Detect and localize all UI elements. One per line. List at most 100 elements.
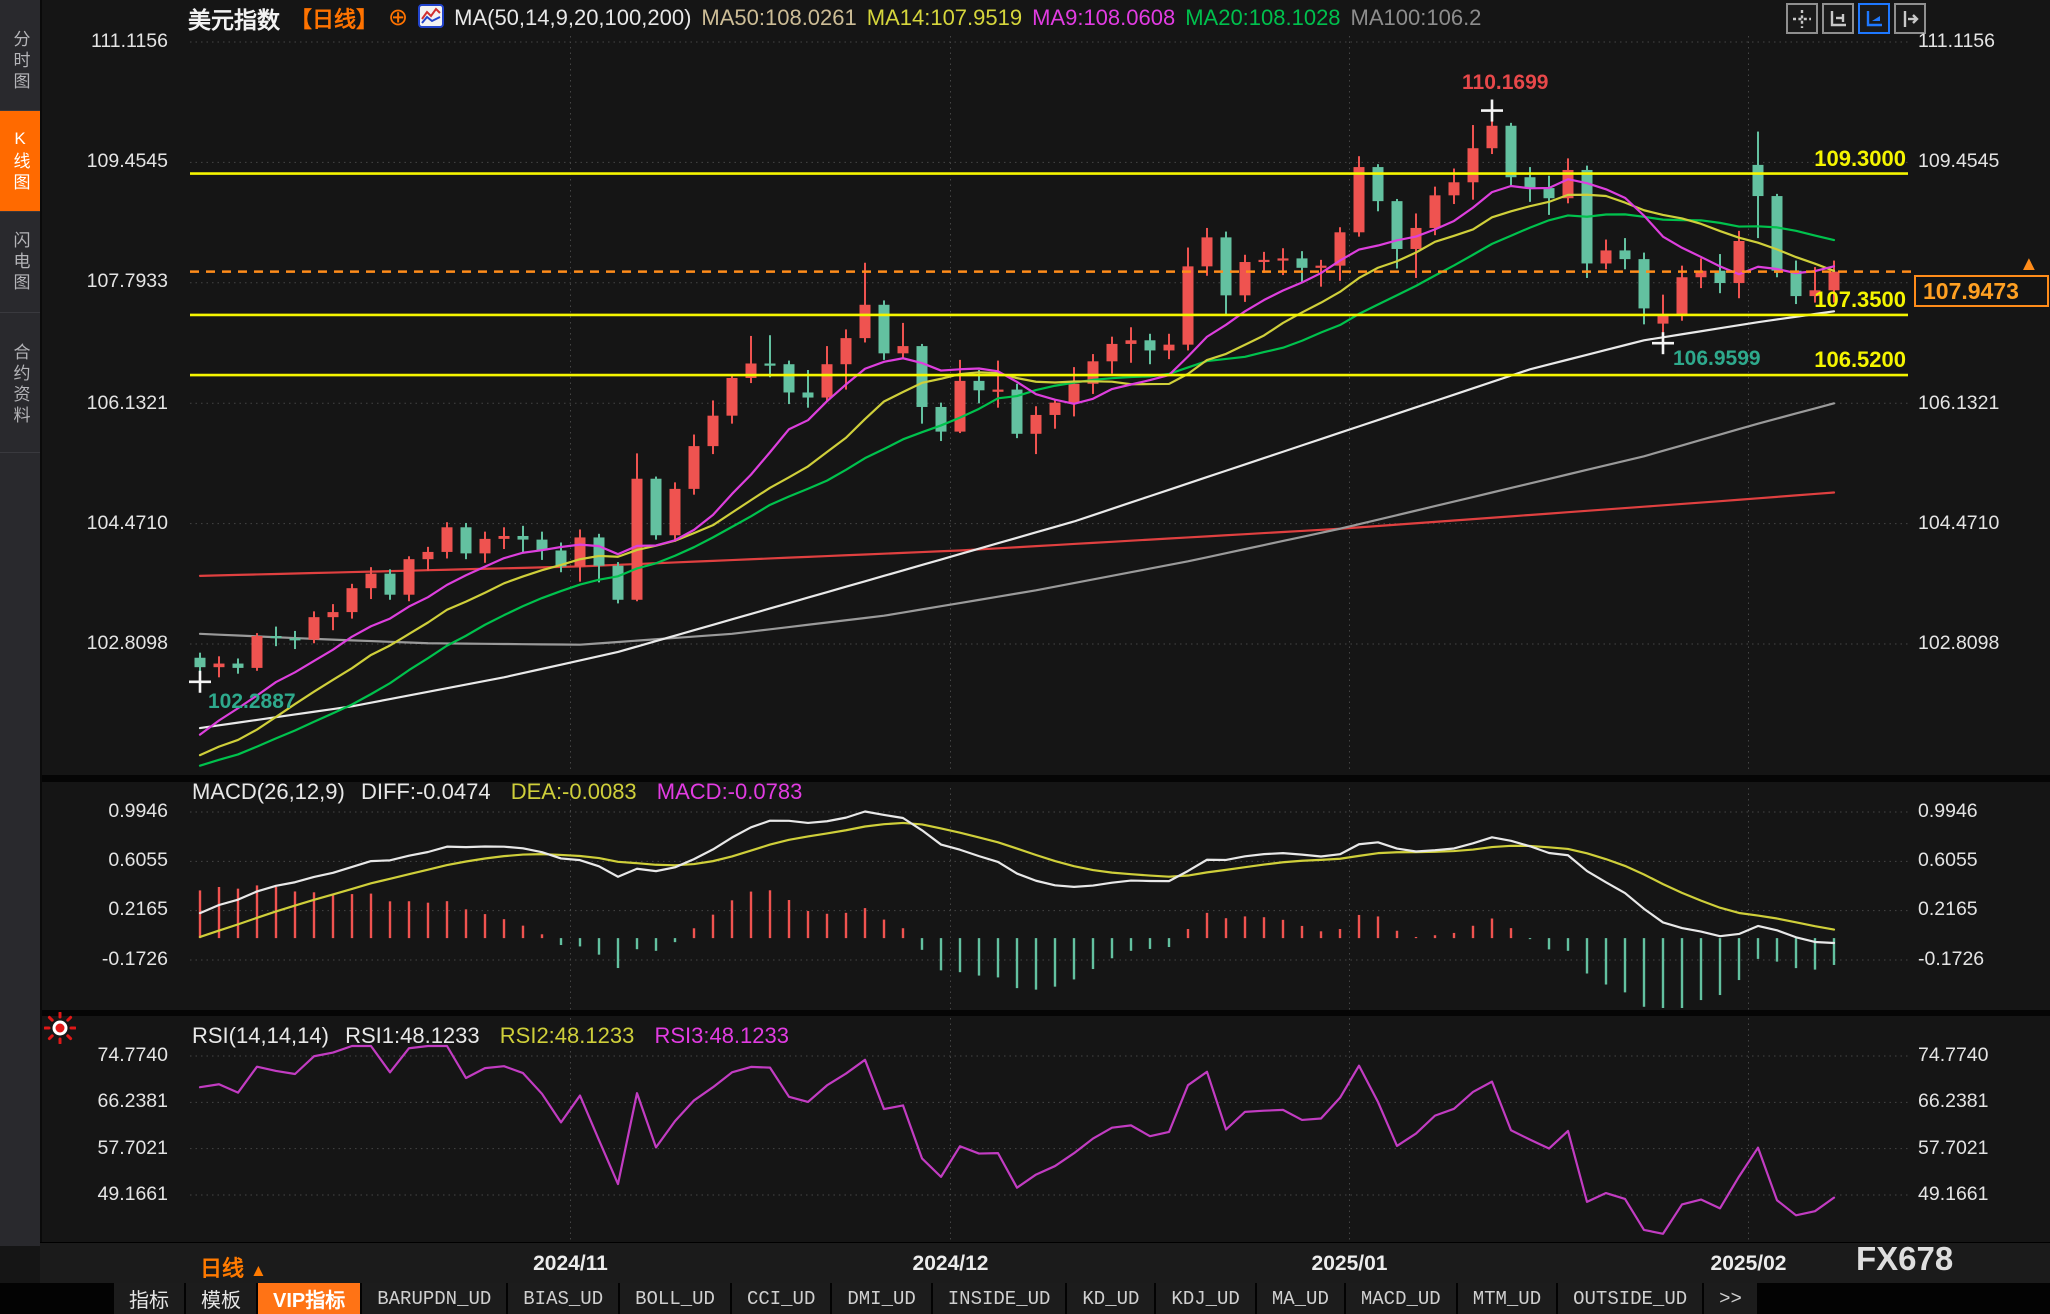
sidebar-item-label: K线图 bbox=[8, 129, 33, 194]
macd-bar bbox=[256, 885, 258, 938]
rsi-title: RSI(14,14,14) bbox=[192, 1023, 329, 1048]
date-tick-label: 2025/01 bbox=[1290, 1252, 1410, 1276]
macd-title: MACD(26,12,9) bbox=[192, 779, 345, 804]
macd-bar bbox=[1434, 935, 1436, 938]
candle-body bbox=[1411, 228, 1422, 249]
macd-bar bbox=[1605, 938, 1607, 984]
tab-dmi-ud[interactable]: DMI_UD bbox=[832, 1283, 930, 1314]
tab-more[interactable]: >> bbox=[1704, 1283, 1757, 1314]
tab-vip-indicators[interactable]: VIP指标 bbox=[258, 1283, 360, 1314]
sidebar-item-label: 分时图 bbox=[8, 30, 33, 93]
ma20-value: MA20:108.1028 bbox=[1185, 5, 1340, 31]
macd-bar bbox=[997, 938, 999, 977]
macd-bar bbox=[1586, 938, 1588, 973]
rsi3-value: RSI3:48.1233 bbox=[654, 1023, 789, 1048]
rsi-axis-label: 49.1661 bbox=[38, 1183, 168, 1206]
tab-indicators[interactable]: 指标 bbox=[114, 1283, 184, 1314]
price-axis-label: 104.4710 bbox=[38, 512, 168, 535]
candle-body bbox=[518, 536, 529, 540]
price-up-arrow-icon: ▲ bbox=[2019, 254, 2039, 274]
tab-templates[interactable]: 模板 bbox=[186, 1283, 256, 1314]
macd-bar bbox=[1282, 920, 1284, 938]
macd-bar bbox=[1092, 938, 1094, 969]
macd-bar bbox=[636, 938, 638, 949]
macd-bar bbox=[1510, 928, 1512, 938]
tab-cci-ud[interactable]: CCI_UD bbox=[732, 1283, 830, 1314]
candle-body bbox=[442, 527, 453, 552]
candle-body bbox=[290, 638, 301, 640]
macd-bar bbox=[199, 890, 201, 938]
candle-body bbox=[480, 539, 491, 553]
chart-plot-area[interactable] bbox=[0, 0, 2050, 1314]
indicator-tabbar: 指标 模板 VIP指标 BARUPDN_UD BIAS_UD BOLL_UD C… bbox=[0, 1283, 2050, 1314]
tab-mtm-ud[interactable]: MTM_UD bbox=[1458, 1283, 1556, 1314]
macd-bar bbox=[1358, 915, 1360, 938]
macd-bar bbox=[921, 938, 923, 950]
tab-kd-ud[interactable]: KD_UD bbox=[1067, 1283, 1154, 1314]
tab-boll-ud[interactable]: BOLL_UD bbox=[620, 1283, 730, 1314]
rsi-axis-label: 49.1661 bbox=[1918, 1183, 2048, 1206]
candle-body bbox=[252, 636, 263, 668]
live-blinker-icon bbox=[44, 1012, 76, 1049]
axis-scale-button[interactable] bbox=[1822, 3, 1854, 34]
candle-body bbox=[898, 346, 909, 353]
brand-watermark: FX678 bbox=[1856, 1240, 1953, 1278]
macd-bar bbox=[1453, 933, 1455, 938]
sidebar-item-lightning-chart[interactable]: 闪电图 bbox=[0, 212, 40, 313]
candle-body bbox=[1202, 237, 1213, 266]
trading-app-window: 分时图 K线图 闪电图 合约资料 美元指数 【日线】 ⊕ MA(50,14,9,… bbox=[0, 0, 2050, 1314]
macd-bar bbox=[978, 938, 980, 975]
rsi-line bbox=[200, 1046, 1834, 1234]
macd-bar bbox=[617, 938, 619, 968]
tab-barupdn-ud[interactable]: BARUPDN_UD bbox=[362, 1283, 506, 1314]
date-tick-label: 2024/12 bbox=[891, 1252, 1011, 1276]
macd-pane-header: MACD(26,12,9) DIFF:-0.0474 DEA:-0.0083 M… bbox=[192, 779, 802, 805]
tab-kdj-ud[interactable]: KDJ_UD bbox=[1156, 1283, 1254, 1314]
tab-macd-ud[interactable]: MACD_UD bbox=[1346, 1283, 1456, 1314]
swing-low-label: 106.9599 bbox=[1673, 347, 1761, 371]
mini-chart-icon bbox=[418, 4, 444, 33]
sidebar-item-candle-chart[interactable]: K线图 bbox=[0, 111, 40, 212]
candle-body bbox=[594, 537, 605, 565]
macd-bar bbox=[864, 908, 866, 938]
candle-body bbox=[1050, 403, 1061, 415]
chart-header: 美元指数 【日线】 ⊕ MA(50,14,9,20,100,200) MA50:… bbox=[188, 4, 1481, 32]
macd-bar bbox=[1795, 938, 1797, 968]
add-indicator-icon[interactable]: ⊕ bbox=[388, 7, 408, 29]
macd-axis-label: 0.6055 bbox=[1918, 849, 2048, 872]
macd-bar bbox=[1529, 938, 1531, 939]
macd-lines bbox=[200, 811, 1834, 942]
fast-ma-lines bbox=[200, 179, 1834, 765]
period-selector[interactable]: 日线▲ bbox=[200, 1251, 267, 1283]
macd-bar bbox=[788, 900, 790, 938]
time-axis-strip: 日线▲ 2024/11 2024/12 2025/01 2025/02 bbox=[40, 1242, 2050, 1284]
pan-tool-button[interactable] bbox=[1786, 3, 1818, 34]
candle-body bbox=[613, 566, 624, 600]
auto-scale-button[interactable] bbox=[1858, 3, 1890, 34]
macd-bar bbox=[1187, 929, 1189, 938]
candle-body bbox=[1145, 340, 1156, 350]
sidebar-item-contract-info[interactable]: 合约资料 bbox=[0, 318, 40, 453]
price-axis-label: 106.1321 bbox=[1918, 392, 2048, 415]
macd-bar bbox=[940, 938, 942, 970]
tab-outside-ud[interactable]: OUTSIDE_UD bbox=[1558, 1283, 1702, 1314]
sidebar-item-timeshare-chart[interactable]: 分时图 bbox=[0, 12, 40, 111]
candle-body bbox=[1240, 262, 1251, 295]
tab-inside-ud[interactable]: INSIDE_UD bbox=[933, 1283, 1066, 1314]
candle-body bbox=[1126, 340, 1137, 344]
macd-bar bbox=[408, 901, 410, 938]
macd-axis-label: -0.1726 bbox=[1918, 948, 2048, 971]
rsi-axis-label: 66.2381 bbox=[38, 1090, 168, 1113]
candle-body bbox=[689, 446, 700, 489]
candle-body bbox=[1487, 126, 1498, 148]
pane-separator bbox=[40, 1010, 2050, 1016]
date-tick-label: 2024/11 bbox=[511, 1252, 631, 1276]
tab-ma-ud[interactable]: MA_UD bbox=[1257, 1283, 1344, 1314]
candle-body bbox=[1449, 182, 1460, 195]
candle-body bbox=[1620, 250, 1631, 259]
tab-bias-ud[interactable]: BIAS_UD bbox=[508, 1283, 618, 1314]
sidebar-item-label: 合约资料 bbox=[8, 343, 33, 427]
candle-body bbox=[727, 378, 738, 416]
date-tick-label: 2025/02 bbox=[1689, 1252, 1809, 1276]
macd-bar bbox=[845, 913, 847, 938]
